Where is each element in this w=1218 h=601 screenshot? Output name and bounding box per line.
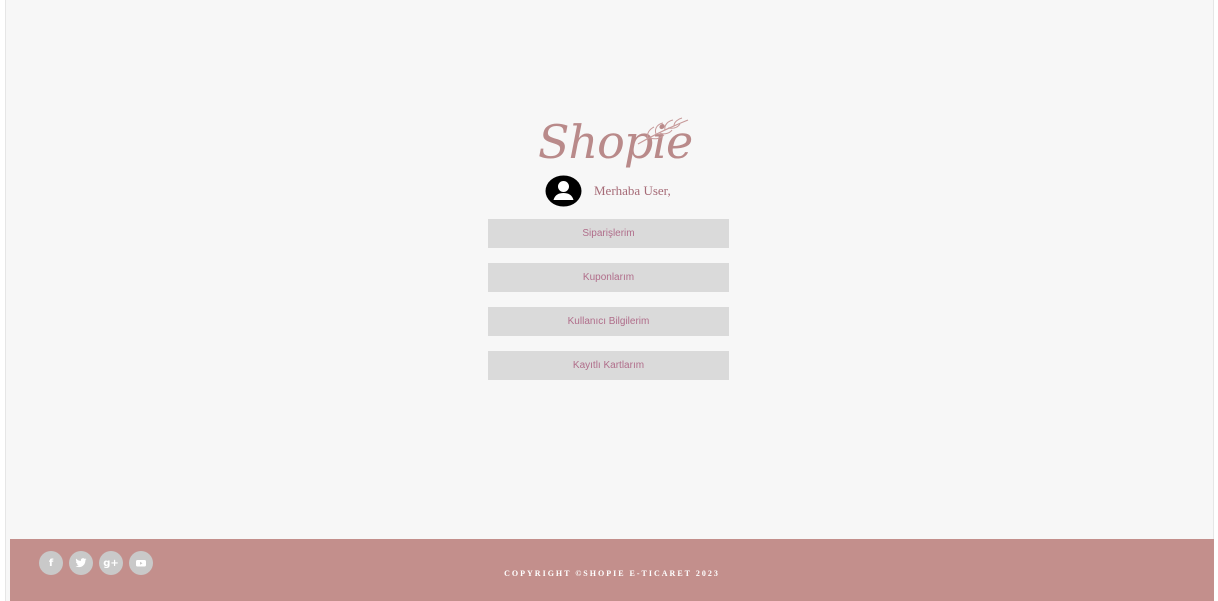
user-info-button[interactable]: Kullanıcı Bilgilerim xyxy=(488,307,729,336)
leaf-icon xyxy=(637,117,689,145)
brand-logo[interactable]: Shopie xyxy=(530,104,700,180)
account-menu: Siparişlerim Kuponlarım Kullanıcı Bilgil… xyxy=(488,219,729,395)
orders-button[interactable]: Siparişlerim xyxy=(488,219,729,248)
copyright-text: COPYRIGHT ©SHOPIE E-TICARET 2023 xyxy=(504,569,720,578)
coupons-button[interactable]: Kuponlarım xyxy=(488,263,729,292)
footer: f g+ COPYRIGHT ©SHOPIE E-TICARET 2023 xyxy=(10,539,1214,601)
user-avatar-icon[interactable] xyxy=(545,175,582,207)
greeting-text: Merhaba User, xyxy=(594,183,671,198)
saved-cards-button[interactable]: Kayıtlı Kartlarım xyxy=(488,351,729,380)
user-greeting: Merhaba User, xyxy=(545,174,671,208)
